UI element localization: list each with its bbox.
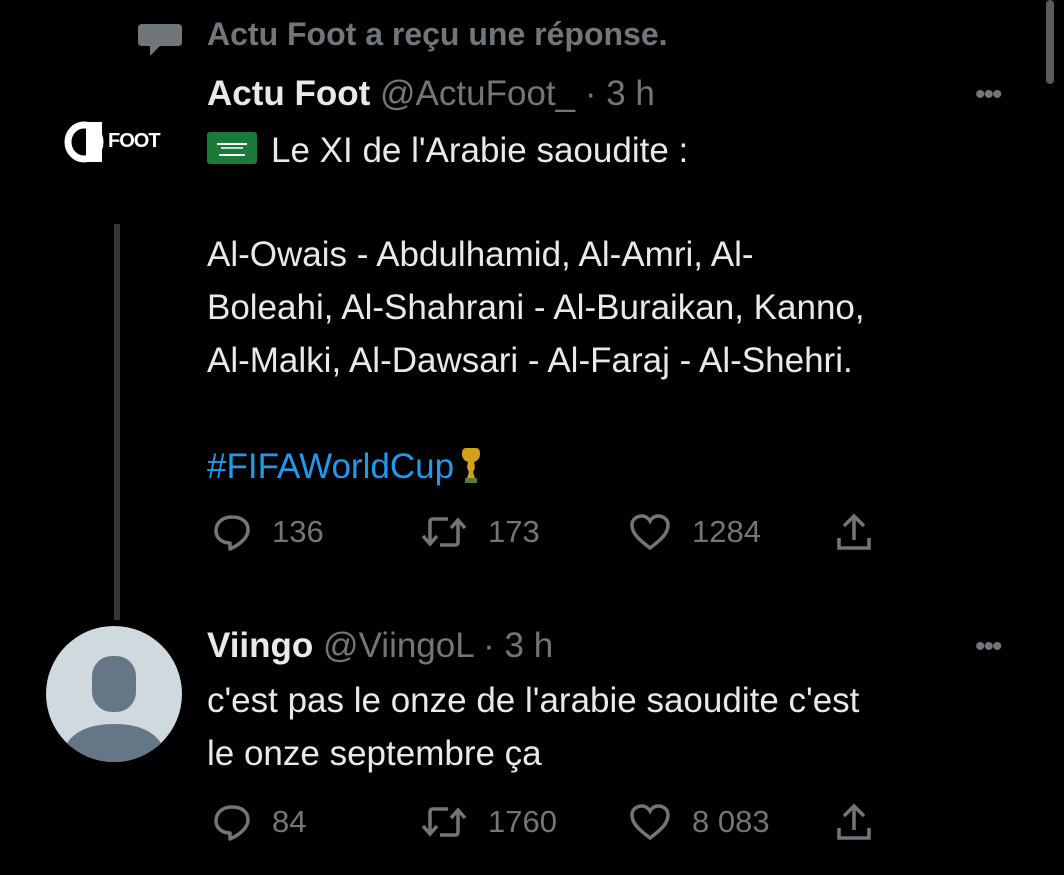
thread-connector-line	[114, 224, 120, 620]
share-icon[interactable]	[834, 802, 874, 844]
speech-bubble-icon	[138, 24, 182, 56]
actufoot-avatar[interactable]: FOOT	[62, 120, 182, 164]
saudi-flag-icon	[207, 132, 257, 164]
tweet2-like-count: 8 083	[692, 804, 770, 839]
tweet1-hashtag-line: #FIFAWorldCup	[207, 440, 484, 493]
retweet-icon	[421, 517, 467, 547]
tweet1-more-icon[interactable]: •••	[975, 78, 1002, 112]
tweet2-time[interactable]: · 3 h	[483, 626, 553, 665]
tweet2-text: c'est pas le onze de l'arabie saoudite c…	[207, 674, 859, 780]
share-icon[interactable]	[834, 512, 874, 554]
tweet1-header: Actu Foot @ActuFoot_ · 3 h	[207, 74, 655, 114]
reply-context-text: Actu Foot a reçu une réponse.	[207, 16, 668, 52]
hashtag-link[interactable]: #FIFAWorldCup	[207, 447, 454, 486]
viingo-avatar[interactable]	[46, 626, 182, 762]
tweet1-lineup: Al-Owais - Abdulhamid, Al-Amri, Al- Bole…	[207, 228, 865, 387]
tweet1-retweet-count: 173	[488, 514, 540, 549]
trophy-icon	[462, 448, 481, 483]
tweet2-text-line: le onze septembre ça	[207, 734, 542, 773]
tweet1-time[interactable]: · 3 h	[585, 74, 655, 113]
tweet2-header: Viingo @ViingoL · 3 h	[207, 626, 553, 666]
tweet2-more-icon[interactable]: •••	[975, 630, 1002, 664]
tweet1-like-button[interactable]: 1284	[628, 512, 761, 552]
tweet1-reply-count: 136	[272, 514, 324, 549]
default-profile-icon	[60, 648, 168, 762]
tweet1-text-line1: Le XI de l'Arabie saoudite :	[271, 131, 689, 170]
tweet2-like-button[interactable]: 8 083	[628, 802, 770, 842]
reply-icon	[214, 805, 250, 841]
tweet1-reply-button[interactable]: 136	[212, 512, 324, 552]
tweet1-author-name[interactable]: Actu Foot	[207, 74, 370, 113]
actufoot-logo-icon	[64, 121, 104, 163]
tweet2-text-line: c'est pas le onze de l'arabie saoudite c…	[207, 681, 860, 720]
tweet1-handle[interactable]: @ActuFoot_	[380, 74, 575, 113]
heart-icon	[630, 514, 670, 551]
actufoot-avatar-text: FOOT	[108, 130, 161, 152]
tweet1-retweet-button[interactable]: 173	[420, 512, 540, 552]
reply-icon	[214, 515, 250, 551]
tweet1-lineup-line: Al-Owais - Abdulhamid, Al-Amri, Al-	[207, 235, 754, 274]
heart-icon	[630, 804, 670, 841]
tweet2-reply-button[interactable]: 84	[212, 802, 306, 842]
tweet2-reply-count: 84	[272, 804, 307, 839]
tweet2-retweet-button[interactable]: 1760	[420, 802, 557, 842]
tweet1-like-count: 1284	[692, 514, 761, 549]
scrollbar[interactable]	[1046, 0, 1054, 84]
tweet2-handle[interactable]: @ViingoL	[323, 626, 473, 665]
tweet1-lineup-line: Al-Malki, Al-Dawsari - Al-Faraj - Al-She…	[207, 341, 853, 380]
retweet-icon	[421, 807, 467, 837]
tweet2-author-name[interactable]: Viingo	[207, 626, 313, 665]
tweet1-first-line: Le XI de l'Arabie saoudite :	[207, 124, 688, 177]
tweet2-retweet-count: 1760	[488, 804, 557, 839]
tweet1-lineup-line: Boleahi, Al-Shahrani - Al-Buraikan, Kann…	[207, 288, 865, 327]
